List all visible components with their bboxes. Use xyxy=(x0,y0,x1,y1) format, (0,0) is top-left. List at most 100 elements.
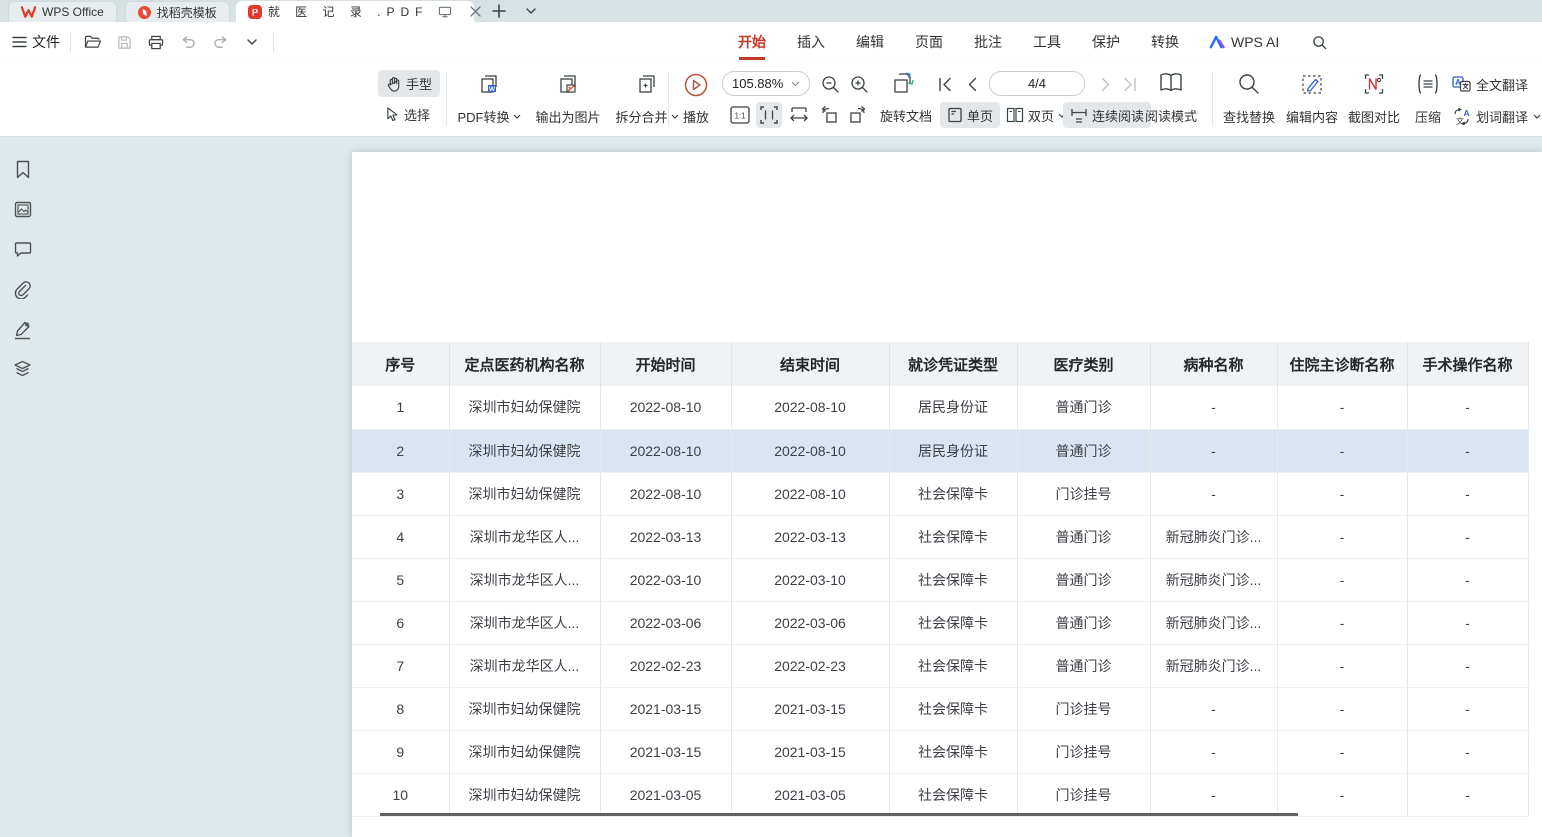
cell-start-date: 2022-02-23 xyxy=(600,644,731,687)
continuous-read-icon xyxy=(1070,108,1088,123)
hand-tool-button[interactable]: 手型 xyxy=(378,70,440,97)
read-mode-label[interactable]: 阅读模式 xyxy=(1145,106,1197,125)
bookmark-icon[interactable] xyxy=(13,160,32,179)
cell-index: 9 xyxy=(352,730,449,773)
fit-width-icon[interactable] xyxy=(786,102,812,128)
actual-size-icon[interactable]: 1:1 xyxy=(727,102,753,128)
first-page-icon[interactable] xyxy=(932,71,958,97)
export-image-button[interactable]: 输出为图片 xyxy=(528,68,608,132)
cell-disease-name: - xyxy=(1150,386,1277,429)
cell-medical-category: 普通门诊 xyxy=(1017,429,1150,472)
page-number-value: 4/4 xyxy=(1028,76,1046,91)
cell-medical-category: 门诊挂号 xyxy=(1017,472,1150,515)
rotate-pages-icon[interactable] xyxy=(888,68,918,98)
ribbon-tab-insert[interactable]: 插入 xyxy=(796,22,826,62)
tab-list-chevron-icon[interactable] xyxy=(520,0,542,22)
save-icon[interactable] xyxy=(113,31,135,53)
table-row: 8 深圳市妇幼保健院 2021-03-15 2021-03-15 社会保障卡 门… xyxy=(352,687,1528,730)
cell-disease-name: - xyxy=(1150,730,1277,773)
ribbon-tab-comment[interactable]: 批注 xyxy=(973,22,1003,62)
tab-label: WPS Office xyxy=(42,5,104,19)
zoom-in-icon[interactable] xyxy=(846,71,872,97)
table-row: 2 深圳市妇幼保健院 2022-08-10 2022-08-10 居民身份证 普… xyxy=(352,429,1528,472)
divider xyxy=(70,32,71,52)
continuous-read-button[interactable]: 连续阅读 xyxy=(1063,102,1151,128)
tab-docer-templates[interactable]: 找稻壳模板 xyxy=(125,1,230,22)
rotate-doc-label[interactable]: 旋转文档 xyxy=(880,106,932,125)
cell-main-diagnosis: - xyxy=(1277,429,1407,472)
tab-wps-home[interactable]: WPS Office xyxy=(8,1,117,22)
export-image-icon xyxy=(556,72,580,96)
column-header: 就诊凭证类型 xyxy=(889,342,1017,386)
cell-main-diagnosis: - xyxy=(1277,515,1407,558)
cell-disease-name: 新冠肺炎门诊... xyxy=(1150,558,1277,601)
cell-credential-type: 社会保障卡 xyxy=(889,515,1017,558)
find-replace-button[interactable]: 查找替换 xyxy=(1218,68,1280,132)
play-icon xyxy=(683,72,709,98)
cell-start-date: 2022-03-10 xyxy=(600,558,731,601)
menu-search-icon[interactable] xyxy=(1308,31,1330,53)
cell-operation-name: - xyxy=(1407,773,1528,816)
word-translate-button[interactable]: 文A 划词翻译 xyxy=(1452,104,1541,128)
more-quick-actions-chevron-icon[interactable] xyxy=(241,31,263,53)
cell-institution: 深圳市龙华区人... xyxy=(449,515,600,558)
cell-index: 3 xyxy=(352,472,449,515)
prev-page-icon[interactable] xyxy=(959,71,985,97)
svg-text:P: P xyxy=(252,7,259,18)
pdf-convert-button[interactable]: W PDF转换 xyxy=(452,68,526,132)
zoom-out-icon[interactable] xyxy=(817,71,843,97)
select-tool-button[interactable]: 选择 xyxy=(378,101,440,128)
cell-disease-name: 新冠肺炎门诊... xyxy=(1150,601,1277,644)
ribbon-tab-protect[interactable]: 保护 xyxy=(1091,22,1121,62)
pdf-convert-icon: W xyxy=(477,72,501,96)
document-workspace: 序号 定点医药机构名称 开始时间 结束时间 就诊凭证类型 医疗类别 病种名称 住… xyxy=(0,137,1542,837)
undo-icon[interactable] xyxy=(177,31,199,53)
ribbon-tab-page[interactable]: 页面 xyxy=(914,22,944,62)
last-page-icon[interactable] xyxy=(1117,71,1143,97)
docer-logo-icon xyxy=(138,6,151,19)
full-translate-button[interactable]: A 全文翻译 xyxy=(1452,72,1528,96)
file-menu-button[interactable]: 文件 xyxy=(12,32,60,52)
ribbon-tab-home[interactable]: 开始 xyxy=(737,22,767,62)
ribbon-tabs: 开始 插入 编辑 页面 批注 工具 保护 转换 WPS AI xyxy=(737,22,1330,62)
ribbon-tab-tools[interactable]: 工具 xyxy=(1032,22,1062,62)
page-number-input[interactable]: 4/4 xyxy=(989,71,1085,96)
wps-ai-button[interactable]: WPS AI xyxy=(1209,34,1279,50)
cell-institution: 深圳市妇幼保健院 xyxy=(449,386,600,429)
double-page-button[interactable]: 双页 xyxy=(999,102,1073,128)
edit-content-button[interactable]: 编辑内容 xyxy=(1281,68,1343,132)
tab-document-pdf[interactable]: P 就 医 记 录 .PDF xyxy=(236,1,474,22)
compress-button[interactable]: 压缩 xyxy=(1405,68,1451,132)
ribbon-tab-edit[interactable]: 编辑 xyxy=(855,22,885,62)
close-tab-icon[interactable] xyxy=(464,1,486,23)
zoom-level-select[interactable]: 105.88% xyxy=(722,71,810,96)
thumbnail-icon[interactable] xyxy=(13,200,32,219)
cell-start-date: 2021-03-05 xyxy=(600,773,731,816)
comment-icon[interactable] xyxy=(13,240,32,259)
column-header: 病种名称 xyxy=(1150,342,1277,386)
cell-index: 10 xyxy=(352,773,449,816)
attachment-icon[interactable] xyxy=(13,280,32,299)
redo-icon[interactable] xyxy=(209,31,231,53)
single-page-button[interactable]: 单页 xyxy=(940,102,1000,128)
signature-icon[interactable] xyxy=(13,320,32,339)
rotate-right-icon[interactable] xyxy=(845,102,871,128)
send-to-device-icon[interactable] xyxy=(434,1,456,23)
column-header: 医疗类别 xyxy=(1017,342,1150,386)
new-tab-icon[interactable] xyxy=(488,0,510,22)
table-row: 1 深圳市妇幼保健院 2022-08-10 2022-08-10 居民身份证 普… xyxy=(352,386,1528,429)
cell-credential-type: 社会保障卡 xyxy=(889,773,1017,816)
split-merge-button[interactable]: 拆分合并 xyxy=(610,68,684,132)
screenshot-compare-button[interactable]: 截图对比 xyxy=(1343,68,1405,132)
rotate-left-icon[interactable] xyxy=(816,102,842,128)
column-header: 结束时间 xyxy=(731,342,889,386)
next-page-icon[interactable] xyxy=(1093,71,1119,97)
menu-bar: 文件 开始 插入 编辑 页面 批注 工具 保护 转换 xyxy=(0,22,1542,62)
layers-icon[interactable] xyxy=(13,360,32,379)
open-file-icon[interactable] xyxy=(81,31,103,53)
read-mode-icon[interactable] xyxy=(1156,68,1186,98)
fit-page-icon[interactable] xyxy=(756,102,782,128)
print-icon[interactable] xyxy=(145,31,167,53)
ribbon-tab-convert[interactable]: 转换 xyxy=(1150,22,1180,62)
play-button[interactable]: 播放 xyxy=(674,68,718,132)
